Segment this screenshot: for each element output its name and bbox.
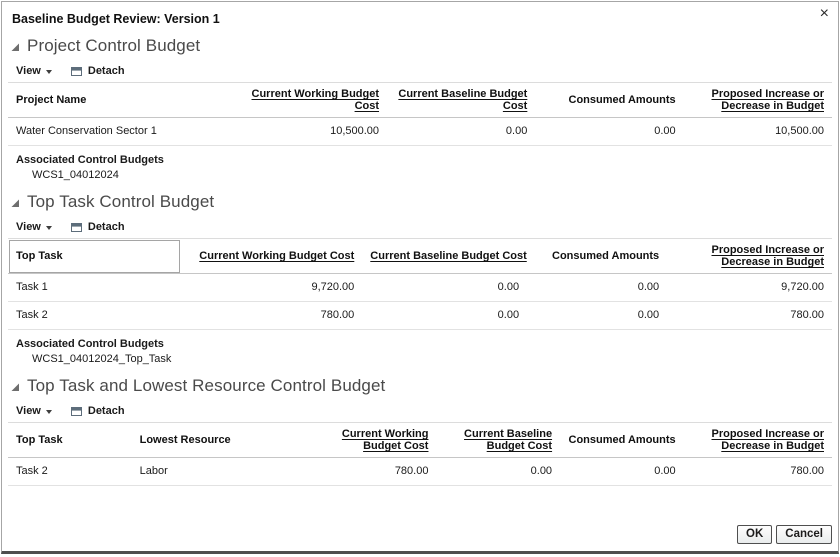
table-cell: Labor [131, 457, 297, 486]
table-cell: Task 2 [8, 301, 182, 330]
detach-button[interactable]: Detach [70, 405, 125, 417]
table-toolbar: View Detach [16, 65, 832, 77]
detach-label: Detach [87, 65, 125, 77]
view-menu-button[interactable]: View [16, 221, 52, 233]
associated-control-budgets: Associated Control Budgets WCS1_04012024 [16, 154, 832, 181]
table-cell: 0.00 [362, 273, 528, 302]
section-title: Project Control Budget [27, 36, 201, 55]
table-header-row: Top Task Current Working Budget Cost Cur… [8, 238, 832, 274]
dialog-title: Baseline Budget Review: Version 1 [12, 12, 220, 26]
column-header-current-working-budget-cost[interactable]: Current Working Budget Cost [181, 238, 363, 274]
column-header-proposed-increase-decrease[interactable]: Proposed Increase or Decrease in Budget [683, 82, 832, 118]
column-header-proposed-increase-decrease[interactable]: Proposed Increase or Decrease in Budget [667, 238, 832, 274]
table-cell: 0.00 [527, 301, 668, 330]
table-cell: 10,500.00 [238, 117, 388, 146]
table-row[interactable]: Water Conservation Sector 1 10,500.00 0.… [8, 117, 832, 146]
table-cell: Water Conservation Sector 1 [8, 117, 239, 146]
dialog-body: Project Control Budget View Detach Proje… [2, 36, 838, 486]
section-title: Top Task Control Budget [27, 192, 215, 211]
column-header-current-baseline-budget-cost[interactable]: Current Baseline Budget Cost [362, 238, 528, 274]
top-task-budget-table: Top Task Current Working Budget Cost Cur… [8, 238, 832, 330]
detach-label: Detach [87, 405, 125, 417]
associated-control-budgets-label: Associated Control Budgets [16, 154, 164, 166]
table-cell: 0.00 [527, 273, 668, 302]
section-title: Top Task and Lowest Resource Control Bud… [27, 376, 386, 395]
column-header-project-name[interactable]: Project Name [8, 82, 239, 118]
table-header-row: Top Task Lowest Resource Current Working… [8, 422, 832, 458]
table-cell: 780.00 [667, 301, 832, 330]
chevron-down-icon [45, 225, 52, 230]
associated-control-budgets: Associated Control Budgets WCS1_04012024… [16, 338, 832, 365]
column-header-top-task[interactable]: Top Task [8, 422, 132, 458]
table-row[interactable]: Task 2 Labor 780.00 0.00 0.00 780.00 [8, 457, 832, 486]
associated-control-budgets-value: WCS1_04012024 [32, 169, 119, 181]
associated-control-budgets-label: Associated Control Budgets [16, 338, 164, 350]
close-icon[interactable]: × [820, 6, 829, 22]
column-header-consumed-amounts[interactable]: Consumed Amounts [535, 82, 684, 118]
detach-icon [70, 67, 82, 76]
table-cell: 780.00 [181, 301, 363, 330]
column-header-proposed-increase-decrease[interactable]: Proposed Increase or Decrease in Budget [683, 422, 832, 458]
section-project-control-budget: Project Control Budget View Detach Proje… [8, 36, 832, 181]
collapse-triangle-icon[interactable] [10, 382, 20, 392]
column-header-current-working-budget-cost[interactable]: Current Working Budget Cost [238, 82, 388, 118]
chevron-down-icon [45, 409, 52, 414]
table-cell: 10,500.00 [683, 117, 832, 146]
table-cell: 9,720.00 [181, 273, 363, 302]
ok-button[interactable]: OK [737, 525, 773, 544]
section-header: Project Control Budget [10, 36, 830, 56]
table-row[interactable]: Task 2 780.00 0.00 0.00 780.00 [8, 301, 832, 330]
detach-button[interactable]: Detach [70, 221, 125, 233]
table-cell: 0.00 [362, 301, 528, 330]
view-menu-button[interactable]: View [16, 405, 52, 417]
column-header-consumed-amounts[interactable]: Consumed Amounts [527, 238, 668, 274]
column-header-current-baseline-budget-cost[interactable]: Current Baseline Budget Cost [436, 422, 561, 458]
table-cell: 0.00 [436, 457, 561, 486]
chevron-down-icon [45, 69, 52, 74]
table-header-row: Project Name Current Working Budget Cost… [8, 82, 832, 118]
column-header-consumed-amounts[interactable]: Consumed Amounts [560, 422, 684, 458]
column-header-current-baseline-budget-cost[interactable]: Current Baseline Budget Cost [387, 82, 536, 118]
table-cell: 0.00 [560, 457, 684, 486]
section-top-task-lowest-resource-budget: Top Task and Lowest Resource Control Bud… [8, 376, 832, 486]
detach-button[interactable]: Detach [70, 65, 125, 77]
table-cell: Task 2 [8, 457, 132, 486]
dialog-footer: OK Cancel [737, 525, 832, 544]
cancel-button[interactable]: Cancel [776, 525, 832, 544]
table-row[interactable]: Task 1 9,720.00 0.00 0.00 9,720.00 [8, 273, 832, 302]
table-cell: 780.00 [683, 457, 832, 486]
collapse-triangle-icon[interactable] [10, 198, 20, 208]
dialog-header: Baseline Budget Review: Version 1 × [2, 2, 838, 28]
collapse-triangle-icon[interactable] [10, 42, 20, 52]
table-cell: 9,720.00 [667, 273, 832, 302]
section-header: Top Task and Lowest Resource Control Bud… [10, 376, 830, 396]
table-cell: Task 1 [8, 273, 182, 302]
table-cell: 780.00 [296, 457, 437, 486]
view-menu-label: View [16, 65, 41, 77]
project-budget-table: Project Name Current Working Budget Cost… [8, 82, 832, 146]
detach-icon [70, 407, 82, 416]
column-header-current-working-budget-cost[interactable]: Current Working Budget Cost [296, 422, 437, 458]
table-toolbar: View Detach [16, 405, 832, 417]
section-header: Top Task Control Budget [10, 192, 830, 212]
view-menu-button[interactable]: View [16, 65, 52, 77]
view-menu-label: View [16, 221, 41, 233]
column-header-top-task[interactable]: Top Task [8, 238, 182, 274]
table-toolbar: View Detach [16, 221, 832, 233]
table-cell: 0.00 [535, 117, 684, 146]
table-cell: 0.00 [387, 117, 536, 146]
column-header-lowest-resource[interactable]: Lowest Resource [131, 422, 297, 458]
detach-label: Detach [87, 221, 125, 233]
section-top-task-control-budget: Top Task Control Budget View Detach Top … [8, 192, 832, 365]
baseline-budget-review-dialog: Baseline Budget Review: Version 1 × Proj… [1, 1, 839, 554]
view-menu-label: View [16, 405, 41, 417]
top-task-lowest-resource-table: Top Task Lowest Resource Current Working… [8, 422, 832, 486]
associated-control-budgets-value: WCS1_04012024_Top_Task [32, 353, 172, 365]
detach-icon [70, 223, 82, 232]
